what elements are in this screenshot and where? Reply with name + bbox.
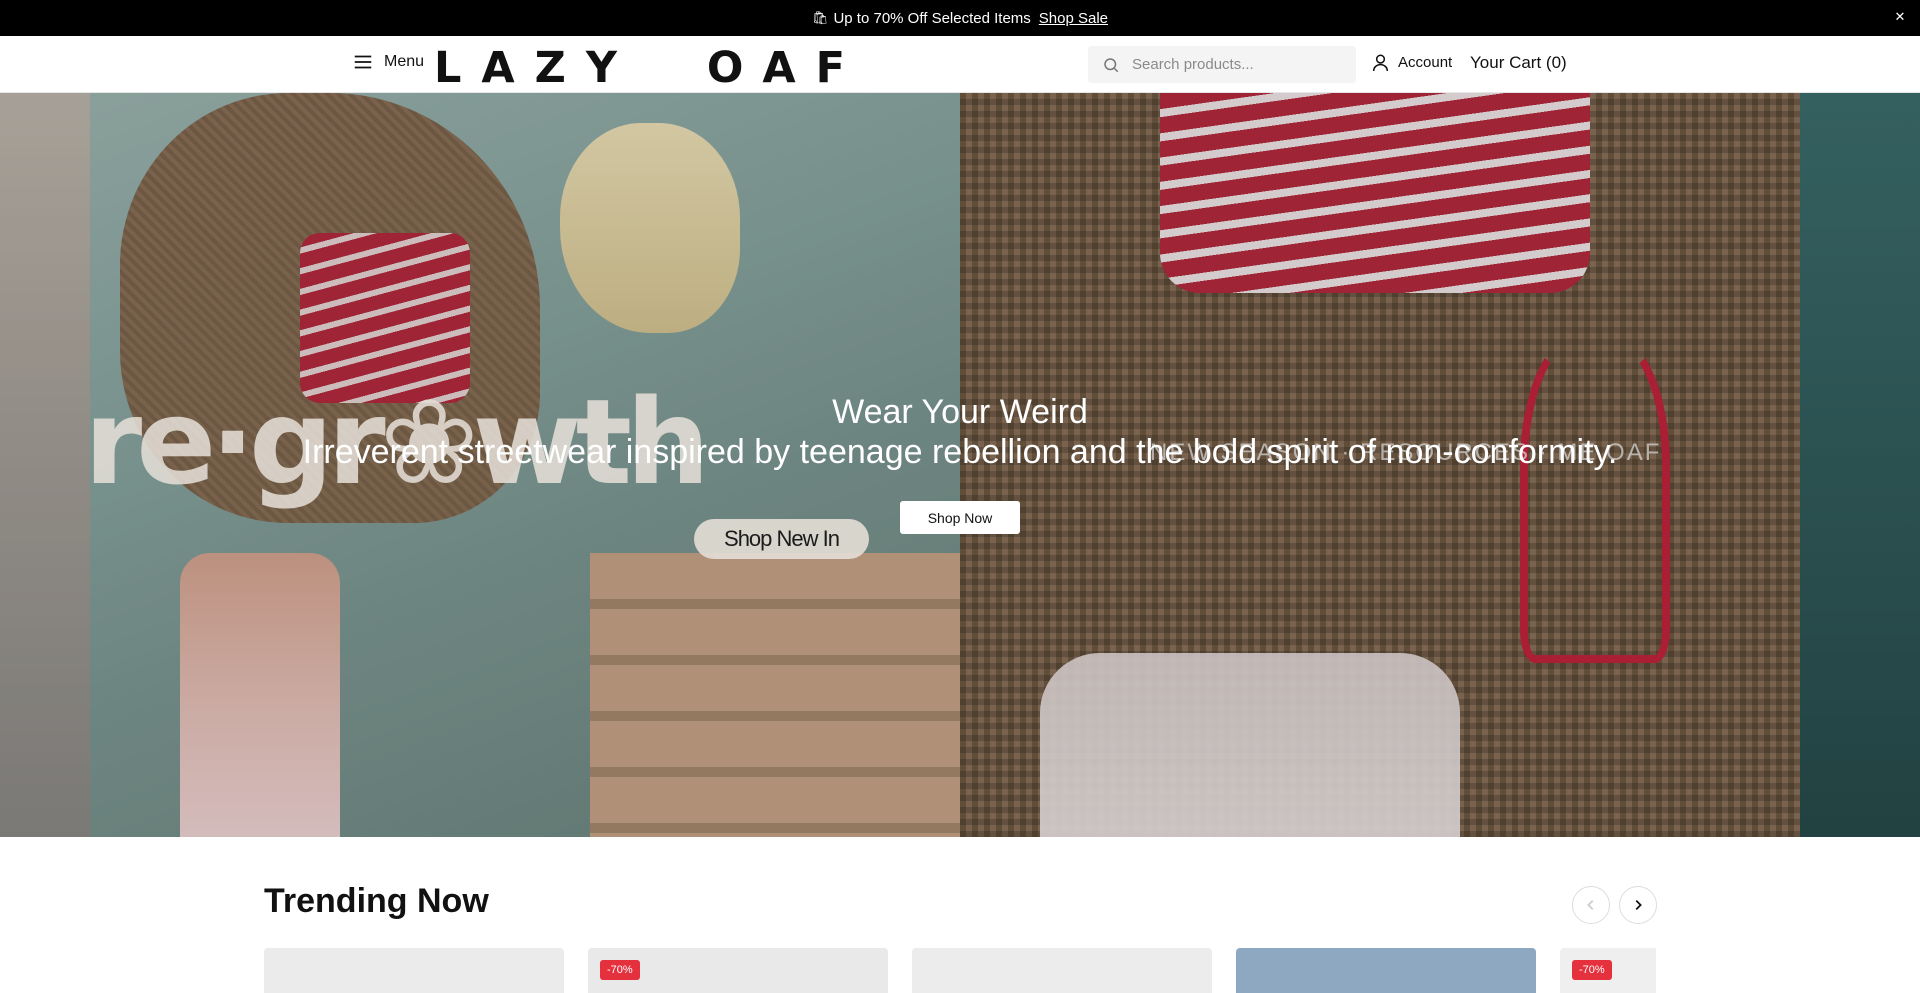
product-image <box>264 948 564 993</box>
shop-sale-link[interactable]: Shop Sale <box>1039 10 1108 27</box>
hamburger-icon <box>354 55 372 69</box>
shop-now-button[interactable]: Shop Now <box>900 501 1020 534</box>
product-carousel: -70% -70% <box>264 948 1656 993</box>
trending-title: Trending Now <box>264 882 489 920</box>
product-card[interactable]: -70% <box>1560 948 1656 993</box>
product-card[interactable] <box>1236 948 1536 993</box>
carousel-prev-button[interactable] <box>1572 886 1610 924</box>
menu-label: Menu <box>384 53 425 70</box>
product-image <box>912 948 1212 993</box>
hero-title: Wear Your Weird <box>832 393 1088 431</box>
logo[interactable]: LAZY OAF <box>434 43 865 93</box>
chevron-left-icon <box>1587 900 1594 910</box>
product-image <box>1236 948 1536 993</box>
hero-subtitle: Irreverent streetwear inspired by teenag… <box>302 433 1618 471</box>
search-bar <box>1088 46 1356 83</box>
search-input[interactable] <box>1132 56 1342 73</box>
cart-link[interactable]: Your Cart (0) <box>1470 53 1567 73</box>
shopping-bag-icon: 🛍 <box>811 10 829 25</box>
account-label: Account <box>1398 54 1453 71</box>
carousel-next-button[interactable] <box>1619 886 1657 924</box>
chevron-right-icon <box>1635 900 1642 910</box>
announcement-text: Up to 70% Off Selected Items <box>833 9 1031 27</box>
account-link[interactable]: Account <box>1372 53 1452 72</box>
product-card[interactable] <box>264 948 564 993</box>
site-header: Menu LAZY OAF Account Your Cart (0) <box>0 36 1920 93</box>
close-icon[interactable]: ✕ <box>1892 9 1908 25</box>
product-card[interactable]: -70% <box>588 948 888 993</box>
product-card[interactable] <box>912 948 1212 993</box>
shop-new-in-button[interactable]: Shop New In <box>694 519 869 559</box>
hero-banner: re·gr❀wth Shop New In NEW SEASON · RESOU… <box>0 93 1920 837</box>
discount-badge: -70% <box>1572 960 1612 980</box>
menu-button[interactable]: Menu <box>352 51 424 73</box>
discount-badge: -70% <box>600 960 640 980</box>
search-icon <box>1104 57 1119 72</box>
user-icon <box>1372 54 1389 72</box>
announcement-bar: 🛍 Up to 70% Off Selected Items Shop Sale… <box>0 0 1920 36</box>
